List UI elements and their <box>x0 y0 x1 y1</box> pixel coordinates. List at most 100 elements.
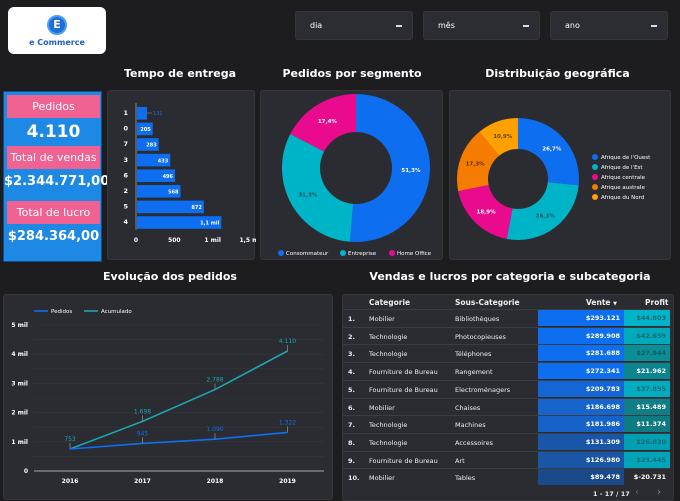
legend-marker <box>592 164 598 170</box>
legend-marker <box>340 250 346 256</box>
slice-value-label: 18,9% <box>477 209 497 215</box>
table-row[interactable]: 1. Mobilier Bibliothèques $293.121 $44.803 <box>343 309 670 326</box>
series-line-acumulado <box>69 350 288 450</box>
table-row[interactable]: 5. Fourniture de Bureau Electroménagers $20… <box>343 379 670 397</box>
slice-value-label: 26,7% <box>542 147 562 153</box>
bar-value-label: 283 <box>146 143 157 149</box>
row-number: 10. <box>348 474 360 483</box>
caret-icon <box>396 24 402 27</box>
row-number: 9. <box>348 456 355 465</box>
caret-icon <box>651 24 657 27</box>
bar-category-label: 1 <box>123 109 128 117</box>
legend-label: Entreprise <box>348 251 377 257</box>
table-row[interactable]: 6. Mobilier Chaises $186.698 $15.489 <box>343 397 670 415</box>
x-tick-label: 2017 <box>134 478 151 485</box>
legend-marker <box>592 174 598 180</box>
title-pedidos-segmento: Pedidos por segmento <box>282 67 422 80</box>
header-categorie[interactable]: Categorie <box>369 298 410 307</box>
row-number: 3. <box>348 350 355 359</box>
data-label: 945 <box>137 430 149 437</box>
bar-category-label: 0 <box>123 125 128 133</box>
row-number: 7. <box>348 421 355 430</box>
legend-label: Afrique centrale <box>601 175 646 181</box>
prev-page-button[interactable]: ‹ <box>635 487 639 498</box>
kpi-pedidos-value: 4.110 <box>26 122 81 142</box>
title-evolucao-pedidos: Evolução dos pedidos <box>103 270 237 283</box>
y-tick-label: 3 mil <box>11 380 28 387</box>
row-number: 1. <box>348 315 355 323</box>
y-tick-label: 1 mil <box>11 439 28 446</box>
filter-ano-label: ano <box>565 21 580 30</box>
slice-value-label: 26,3% <box>536 213 556 219</box>
legend-label: Acumulado <box>101 309 132 315</box>
y-tick-label: 0 <box>24 468 28 475</box>
cell-profit: $37.855 <box>624 380 670 397</box>
table-body: 1. Mobilier Bibliothèques $293.121 $44.803 2.… <box>343 309 673 485</box>
x-tick-label: 2019 <box>279 478 296 485</box>
table-row[interactable]: 4. Fourniture de Bureau Rangement $272.341 $… <box>343 362 670 380</box>
segmento-donut-chart: 51,3% 31,3% 17,4% Consommateur Entreprise Hom… <box>278 94 432 257</box>
header-vente-label: Vente <box>586 298 611 307</box>
bar-value-label: 496 <box>163 174 174 180</box>
filter-mes-label: mês <box>438 21 455 30</box>
legend-label: Home Office <box>397 251 432 257</box>
bar-category-label: 5 <box>123 203 128 211</box>
table-row[interactable]: 9. Fourniture de Bureau Art $126.980 $23.445 <box>343 450 670 468</box>
donut-slice <box>282 133 354 242</box>
next-page-button[interactable]: › <box>657 487 661 498</box>
filter-dia-dropdown[interactable]: dia <box>295 11 413 40</box>
bar-value-label: 1,1 mil <box>200 221 220 227</box>
data-label: 4.110 <box>279 338 296 345</box>
row-number: 4. <box>348 368 355 377</box>
x-tick-label: 2018 <box>207 478 224 485</box>
table-row[interactable]: 10. Mobilier Tables $89.478 $-20.731 <box>343 468 670 485</box>
cell-profit: $-20.731 <box>624 469 670 485</box>
data-label: 1.698 <box>134 408 151 415</box>
cell-sous-categorie: Art <box>455 456 465 465</box>
slice-value-label: 51,3% <box>401 168 421 174</box>
bar-value-label: 568 <box>168 190 179 196</box>
sort-desc-icon: ▼ <box>613 301 617 307</box>
table-row[interactable]: 7. Technologie Machines $181.986 $11.374 <box>343 415 670 433</box>
cell-sous-categorie: Téléphones <box>455 350 492 359</box>
cell-sous-categorie: Chaises <box>455 403 481 412</box>
geo-panel: 26,7% 26,3% 18,9% 17,3% 10,9% Afrique de l'Ou… <box>449 90 671 260</box>
cell-sous-categorie: Electroménagers <box>455 385 511 394</box>
bar-category-label: 6 <box>123 171 128 179</box>
legend-marker <box>592 184 598 190</box>
bar-category-label: 3 <box>123 156 128 164</box>
header-profit[interactable]: Profit <box>645 298 669 307</box>
cell-categorie: Fourniture de Bureau <box>369 456 438 465</box>
header-sous-categorie[interactable]: Sous-Categorie <box>455 298 520 307</box>
header-vente[interactable]: Vente ▼ <box>586 298 617 307</box>
bar-category-label: 4 <box>123 218 128 226</box>
cell-vente: $209.783 <box>538 380 624 397</box>
cell-profit: $23.445 <box>624 451 670 468</box>
tempo-entrega-panel: 1 131 0 205 7 283 3 433 6 496 2 568 5 872 4 1,1 mil 0 500… <box>107 90 263 260</box>
row-number: 8. <box>348 438 355 447</box>
cell-vente: $281.688 <box>538 345 624 362</box>
cell-categorie: Fourniture de Bureau <box>369 385 438 394</box>
y-tick-label: 5 mil <box>11 322 28 329</box>
dashboard: E e Commerce dia mês ano Tempo de entreg… <box>0 0 680 501</box>
title-tempo-entrega: Tempo de entrega <box>123 67 237 80</box>
logo-text: e Commerce <box>29 37 85 47</box>
kpi-pedidos-label: Pedidos <box>7 95 100 118</box>
kpi-lucro-value: $284.364,00 <box>7 229 100 244</box>
cell-categorie: Fourniture de Bureau <box>369 368 438 377</box>
slice-value-label: 10,9% <box>493 134 513 140</box>
cell-categorie: Technologie <box>369 421 408 430</box>
data-label: 1.322 <box>279 419 296 426</box>
filter-ano-dropdown[interactable]: ano <box>550 11 668 40</box>
data-label: 753 <box>64 436 76 443</box>
cell-profit: $42.659 <box>624 327 670 344</box>
bar-value-label: 131 <box>153 111 163 117</box>
table-row[interactable]: 3. Technologie Téléphones $281.688 $27.944 <box>343 344 670 362</box>
legend-label: Consommateur <box>286 251 329 257</box>
cell-profit: $21.962 <box>624 363 670 380</box>
table-row[interactable]: 2. Technologie Photocopieuses $289.908 $42.6… <box>343 326 670 344</box>
filter-mes-dropdown[interactable]: mês <box>423 11 540 40</box>
table-row[interactable]: 8. Technologie Accessoires $131.309 $26.830 <box>343 432 670 450</box>
table-footer: 1 - 17 / 17 ‹ › <box>343 485 673 500</box>
cell-categorie: Mobilier <box>369 403 395 412</box>
